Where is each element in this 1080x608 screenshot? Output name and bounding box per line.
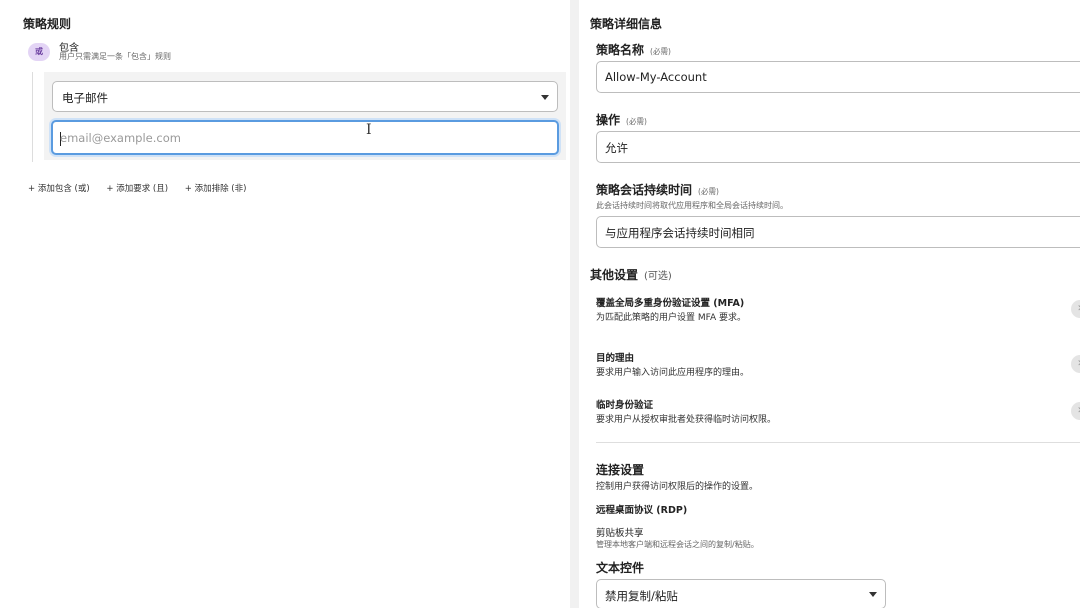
purpose-justification-description: 要求用户输入访问此应用程序的理由。 [596,368,750,378]
action-label: 操作 (必需) [596,111,647,128]
mfa-override-description: 为匹配此策略的用户设置 MFA 要求。 [596,313,746,323]
required-tag: (必需) [698,187,719,196]
rdp-title: 远程桌面协议 (RDP) [596,505,688,516]
action-value: 允许 [605,141,628,155]
section-divider [596,442,1080,443]
purpose-justification-toggle[interactable]: ✕ [1071,355,1080,373]
policy-name-label-text: 策略名称 [596,43,645,57]
add-exclude-link[interactable]: + 添加排除 (非) [185,184,247,194]
mfa-override-toggle[interactable]: ✕ [1071,300,1080,318]
optional-tag: (可选) [644,271,672,282]
required-tag: (必需) [626,117,647,126]
action-label-text: 操作 [596,113,621,127]
policy-name-label: 策略名称 (必需) [596,41,671,58]
policy-rules-heading: 策略规则 [23,17,72,31]
session-duration-description: 此会话持续时间将取代应用程序和全局会话持续时间。 [596,201,788,210]
connection-settings-heading: 连接设置 [596,463,645,477]
email-input[interactable]: email@example.com [51,120,559,155]
rule-selector-value: 电子邮件 [62,91,108,105]
rule-selector-dropdown[interactable]: 电子邮件 [52,81,558,112]
connection-settings-description: 控制用户获得访问权限后的操作的设置。 [596,482,759,492]
rule-connector-line [32,72,33,162]
or-badge: 或 [28,43,50,61]
email-input-placeholder: email@example.com [60,131,181,145]
temporary-auth-title: 临时身份验证 [596,400,654,411]
include-rule-description: 用户只需满足一条「包含」规则 [59,52,171,61]
text-controls-select[interactable]: 禁用复制/粘贴 [596,579,886,608]
action-select[interactable]: 允许 [596,131,1080,163]
clipboard-sharing-title: 剪贴板共享 [596,528,644,539]
session-duration-label: 策略会话持续时间 (必需) [596,181,719,198]
temporary-auth-description: 要求用户从授权审批者处获得临时访问权限。 [596,415,777,425]
session-duration-value: 与应用程序会话持续时间相同 [605,226,755,240]
add-rule-links: + 添加包含 (或) + 添加要求 (且) + 添加排除 (非) [28,182,260,194]
policy-name-value: Allow-My-Account [605,70,707,84]
temporary-auth-toggle[interactable]: ✕ [1071,402,1080,420]
session-duration-select[interactable]: 与应用程序会话持续时间相同 [596,216,1080,248]
policy-details-heading: 策略详细信息 [590,17,663,31]
text-controls-value: 禁用复制/粘贴 [605,589,678,603]
text-controls-label: 文本控件 [596,561,645,575]
add-include-link[interactable]: + 添加包含 (或) [28,184,90,194]
other-settings-heading: 其他设置 (可选) [590,266,672,283]
policy-details-panel: 策略详细信息 策略名称 (必需) Allow-My-Account 操作 (必需) … [579,0,1080,608]
panel-divider [570,0,579,608]
chevron-down-icon [869,592,877,597]
purpose-justification-title: 目的理由 [596,353,635,364]
required-tag: (必需) [650,47,671,56]
mouse-ibeam-cursor-icon: I [366,122,372,138]
session-duration-label-text: 策略会话持续时间 [596,183,693,197]
other-settings-title: 其他设置 [590,268,639,282]
clipboard-sharing-description: 管理本地客户端和远程会话之间的复制/粘贴。 [596,540,759,549]
mfa-override-title: 覆盖全局多重身份验证设置 (MFA) [596,298,745,309]
policy-name-input[interactable]: Allow-My-Account [596,61,1080,93]
chevron-down-icon [541,95,549,100]
add-require-link[interactable]: + 添加要求 (且) [106,184,168,194]
policy-rules-panel: 策略规则 或 包含 用户只需满足一条「包含」规则 电子邮件 email@exam… [0,0,570,608]
